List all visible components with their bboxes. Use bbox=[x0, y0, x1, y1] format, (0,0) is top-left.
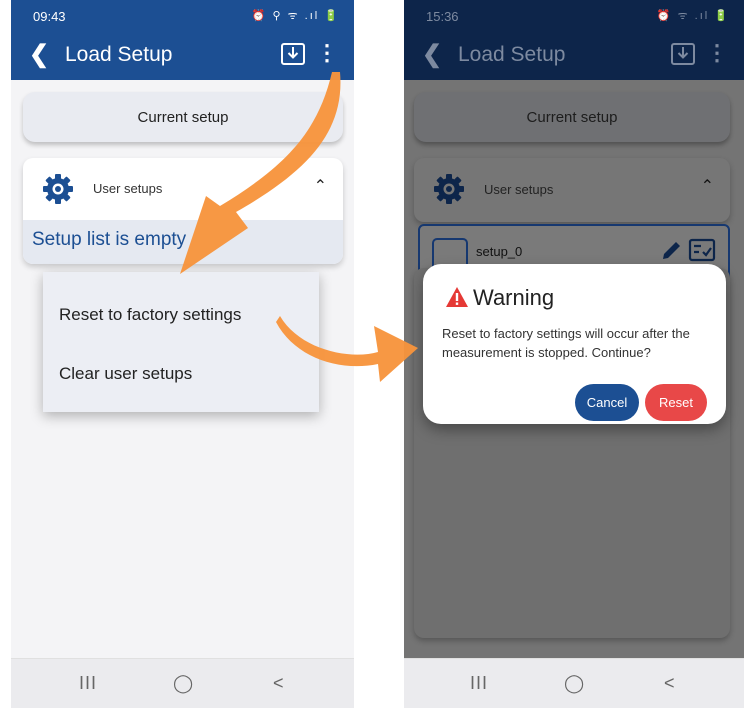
overflow-menu: Reset to factory settings Clear user set… bbox=[43, 272, 319, 412]
back-arrow-icon[interactable]: ❮ bbox=[29, 40, 49, 69]
download-icon[interactable] bbox=[670, 42, 696, 66]
empty-list-banner: Setup list is empty bbox=[23, 220, 343, 264]
cancel-label: Cancel bbox=[586, 395, 628, 410]
back-arrow-icon[interactable]: ❮ bbox=[422, 40, 442, 69]
user-setups-panel: User setups ⌃ Setup list is empty bbox=[23, 158, 343, 264]
home-icon[interactable]: ◯ bbox=[564, 673, 584, 694]
dialog-title: Warning bbox=[473, 285, 555, 310]
user-setups-label: User setups bbox=[93, 181, 163, 196]
system-nav-bar: III ◯ < bbox=[404, 658, 744, 708]
phone-screen-left: 09:43 ⏰ ⚲ ᯤ .ıl 🔋 ❮ Load Setup ⋮ Current… bbox=[11, 0, 354, 708]
gear-icon bbox=[43, 174, 73, 204]
current-setup-button[interactable]: Current setup bbox=[414, 92, 730, 142]
home-icon[interactable]: ◯ bbox=[173, 673, 193, 694]
current-setup-label: Current setup bbox=[526, 108, 618, 126]
more-options-icon[interactable]: ⋮ bbox=[316, 40, 338, 66]
nav-back-icon[interactable]: < bbox=[664, 673, 675, 694]
main-content: Current setup User setups ⌃ Setup list i… bbox=[11, 80, 354, 658]
status-time: 09:43 bbox=[33, 9, 66, 24]
status-time: 15:36 bbox=[426, 9, 459, 24]
status-icons: ⏰ ⚲ ᯤ .ıl 🔋 bbox=[251, 10, 340, 22]
dialog-message: Reset to factory settings will occur aft… bbox=[442, 326, 690, 360]
page-title: Load Setup bbox=[458, 43, 566, 66]
setup-name: setup_0 bbox=[476, 244, 523, 259]
current-setup-button[interactable]: Current setup bbox=[23, 92, 343, 142]
app-bar: ❮ Load Setup ⋮ bbox=[11, 32, 354, 80]
download-icon[interactable] bbox=[280, 42, 306, 66]
app-bar: ❮ Load Setup ⋮ bbox=[404, 32, 744, 80]
user-setups-label: User setups bbox=[484, 182, 554, 197]
system-nav-bar: III ◯ < bbox=[11, 658, 354, 708]
cancel-button[interactable]: Cancel bbox=[575, 384, 639, 421]
gear-icon bbox=[434, 174, 464, 204]
status-bar: 15:36 ⏰ ᯤ .ıl 🔋 bbox=[404, 0, 744, 32]
nav-back-icon[interactable]: < bbox=[273, 673, 284, 694]
checklist-icon[interactable] bbox=[688, 238, 716, 262]
menu-item-reset-factory[interactable]: Reset to factory settings bbox=[59, 305, 241, 325]
status-icons: ⏰ ᯤ .ıl 🔋 bbox=[656, 10, 730, 22]
recents-icon[interactable]: III bbox=[79, 673, 97, 694]
reset-label: Reset bbox=[659, 395, 693, 410]
menu-item-clear-user-setups[interactable]: Clear user setups bbox=[59, 364, 192, 384]
recents-icon[interactable]: III bbox=[470, 673, 488, 694]
warning-dialog: Warning Reset to factory settings will o… bbox=[423, 264, 726, 424]
reset-button[interactable]: Reset bbox=[645, 384, 707, 421]
chevron-up-icon[interactable]: ⌃ bbox=[314, 176, 327, 196]
user-setups-header[interactable]: User setups ⌃ bbox=[23, 158, 343, 220]
more-options-icon[interactable]: ⋮ bbox=[706, 40, 728, 66]
tutorial-stage: 09:43 ⏰ ⚲ ᯤ .ıl 🔋 ❮ Load Setup ⋮ Current… bbox=[0, 0, 744, 708]
warning-icon bbox=[446, 287, 468, 307]
page-title: Load Setup bbox=[65, 43, 173, 66]
current-setup-label: Current setup bbox=[137, 108, 229, 126]
status-bar: 09:43 ⏰ ⚲ ᯤ .ıl 🔋 bbox=[11, 0, 354, 32]
user-setups-header[interactable]: User setups ⌃ bbox=[414, 158, 730, 222]
empty-list-text: Setup list is empty bbox=[32, 229, 187, 250]
chevron-up-icon[interactable]: ⌃ bbox=[701, 176, 714, 196]
pencil-icon[interactable] bbox=[660, 238, 684, 262]
